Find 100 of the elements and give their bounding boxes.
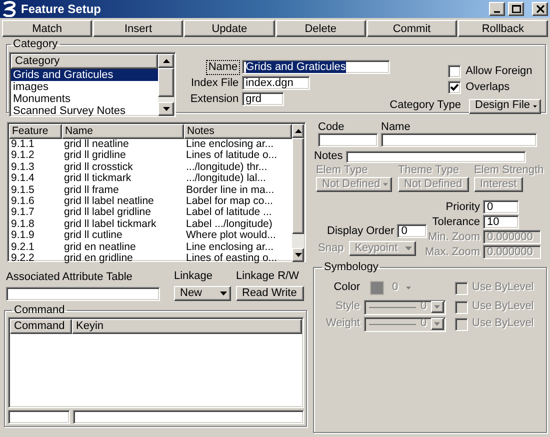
table-cell-text: grid ll label gridline	[63, 207, 152, 219]
checkbox[interactable]	[448, 65, 461, 78]
up-arrow-icon	[162, 59, 170, 64]
field-label: Name	[381, 122, 412, 133]
maximize-button[interactable]	[508, 2, 524, 16]
category-type-dropdown[interactable]: Design File	[469, 98, 541, 114]
priority-field[interactable]: 0	[483, 200, 519, 214]
field-label: Linkage R/W	[236, 270, 300, 284]
extension-field[interactable]: grd	[242, 92, 284, 106]
table-cell-text: 9.1.1	[10, 139, 36, 150]
table-cell-text: 9.1.3	[10, 162, 36, 174]
table-cell-text: Line enclosing ar...	[185, 139, 275, 150]
checkbox-label: Overlaps	[466, 81, 510, 95]
attribute-table-field[interactable]	[6, 287, 160, 302]
column-header[interactable]: Notes	[184, 124, 292, 139]
table-cell-text: .../longitude) lal...	[185, 173, 267, 185]
checkbox-label: Use ByLevel	[472, 300, 534, 314]
table-cell-text: Lines of easting o...	[185, 252, 278, 264]
table-cell-text: 9.1.7	[10, 207, 36, 219]
toolbar-button[interactable]: Commit	[366, 20, 457, 37]
code-field[interactable]	[318, 133, 378, 147]
down-arrow-icon	[294, 253, 302, 257]
caret-icon	[220, 291, 227, 296]
linkage-dropdown[interactable]: New	[174, 286, 231, 302]
field-label: Associated Attribute Table	[6, 271, 134, 284]
toolbar-button[interactable]: Rollback	[458, 20, 548, 37]
field-label: Extension	[190, 92, 239, 106]
table-cell-text: 9.1.9	[10, 230, 36, 242]
keyin-field[interactable]	[73, 410, 304, 424]
column-header[interactable]: Keyin	[72, 319, 302, 334]
table-cell-text: Where plot would...	[185, 230, 277, 242]
tolerance-field[interactable]: 10	[483, 215, 519, 230]
table-cell-text: .../longitude) thr...	[185, 162, 268, 174]
table-cell-text: Label .../longitude)	[185, 218, 274, 230]
maximize-icon	[512, 5, 520, 13]
column-header[interactable]: Feature	[9, 124, 62, 139]
name-field[interactable]	[381, 133, 537, 147]
caret-icon	[434, 305, 440, 310]
toolbar-button[interactable]: Delete	[276, 20, 366, 37]
group-label: Command	[13, 304, 66, 318]
category-list[interactable]: Category Grids and Graticules images Monuments Scanned Survey Notes	[9, 52, 176, 118]
field-label: Code	[318, 122, 346, 133]
field-label: Elem Type	[316, 164, 369, 178]
table-cell-text: Border line in ma...	[185, 184, 276, 196]
field-label: Name	[207, 60, 239, 74]
field-label: Weight	[324, 317, 360, 331]
field-label: Notes	[314, 150, 343, 164]
table-cell-text: 9.2.1	[10, 242, 36, 253]
table-cell-text: 9.1.5	[10, 184, 36, 196]
column-header[interactable]: Command	[10, 319, 72, 334]
caret-icon	[533, 104, 537, 109]
table-cell-text: 9.1.6	[10, 196, 36, 208]
caret-icon	[404, 246, 412, 252]
table-cell-text: grid ll label neatline	[63, 196, 155, 208]
table-cell-text: Label for map co...	[185, 196, 274, 208]
scrollbar[interactable]	[158, 54, 174, 116]
field-label: Color	[332, 281, 360, 295]
list-item[interactable]: images	[11, 81, 158, 94]
field-label: Style	[334, 300, 360, 314]
table-cell-text: grid ll neatline	[63, 139, 130, 150]
list-item[interactable]: Monuments	[11, 93, 158, 106]
display-order-field[interactable]: 0	[397, 224, 428, 238]
minimize-button[interactable]	[489, 2, 505, 16]
group-label: Category	[12, 38, 59, 52]
table-cell-text: grid en neatline	[63, 242, 137, 253]
caret-icon	[434, 322, 440, 326]
table-cell-text: grid ll frame	[63, 184, 120, 196]
scrollbar[interactable]	[292, 124, 304, 262]
close-button[interactable]	[532, 2, 548, 16]
field-label: Priority	[444, 200, 480, 214]
notes-field[interactable]	[346, 150, 526, 163]
list-item[interactable]: Scanned Survey Notes	[11, 105, 158, 118]
checkbox[interactable]	[448, 81, 461, 94]
table-cell-text: Label of latitude ...	[185, 207, 273, 219]
index-file-field[interactable]: index.dgn	[242, 76, 310, 90]
table-cell-text: 9.1.8	[10, 218, 36, 230]
field-label: Snap	[318, 242, 344, 256]
table-cell-text: grid ll gridline	[63, 150, 127, 162]
window-title: Feature Setup	[21, 2, 102, 16]
toolbar-button[interactable]: Match	[2, 20, 92, 37]
field-label: Max. Zoom	[424, 246, 480, 259]
linkage-rw-dropdown[interactable]: Read Write	[236, 286, 304, 302]
down-arrow-icon	[162, 107, 170, 112]
column-header[interactable]: Name	[62, 124, 184, 139]
name-field[interactable]: Grids and Graticules	[242, 60, 390, 74]
table-cell-text: Line enclosing ar...	[185, 242, 275, 253]
column-header[interactable]: Category	[11, 54, 158, 70]
close-icon	[536, 5, 544, 13]
up-arrow-icon	[294, 129, 302, 133]
table-cell-text: 9.2.2	[10, 252, 36, 264]
caret-icon	[383, 182, 388, 188]
list-item[interactable]: Grids and Graticules	[11, 69, 158, 82]
field-label: Tolerance	[431, 216, 480, 229]
table-cell-text: Lines of latitude o...	[185, 150, 278, 162]
field-label: Display Order	[327, 224, 394, 238]
toolbar-button[interactable]: Update	[184, 20, 275, 37]
table-cell-text: grid ll crosstick	[63, 162, 134, 174]
command-field[interactable]	[8, 410, 70, 424]
checkbox-label: Use ByLevel	[472, 281, 534, 295]
toolbar-button[interactable]: Insert	[93, 20, 184, 37]
